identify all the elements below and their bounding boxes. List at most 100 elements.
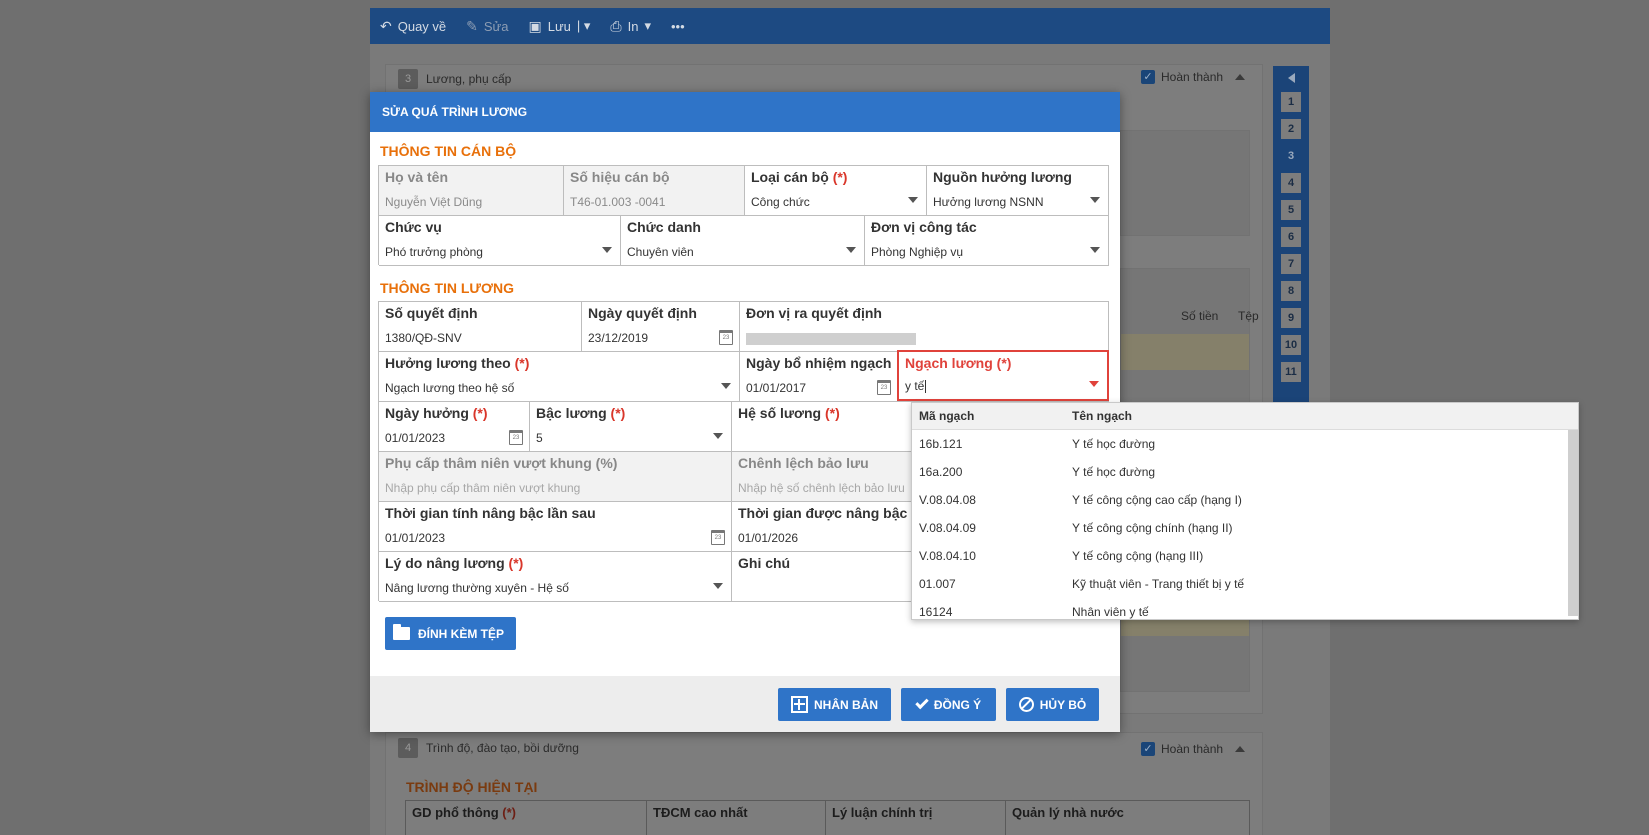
grid-col-label: GD phổ thông	[412, 805, 499, 820]
folder-icon	[393, 624, 410, 640]
clone-button[interactable]: NHÂN BẢN	[778, 688, 891, 721]
field-label: Loại cán bộ (*)	[751, 169, 920, 185]
edit-button[interactable]: ✎ Sửa	[466, 18, 508, 35]
attach-label: ĐÍNH KÈM TỆP	[418, 626, 505, 641]
field-value: T46-01.003 -0041	[570, 195, 666, 209]
dropdown-option[interactable]: 16b.121 Y tế học đường	[912, 430, 1578, 458]
calendar-icon[interactable]: 23	[877, 380, 891, 395]
nav-item-9[interactable]: 9	[1281, 308, 1301, 328]
dropdown-arrow-icon[interactable]	[721, 383, 731, 389]
field-value: Phòng Nghiệp vụ	[871, 245, 964, 259]
section-side-nav: 1 2 3 4 5 6 7 8 9 10 11	[1273, 66, 1309, 406]
field-effective-date[interactable]: Ngày hưởng (*) 01/01/2023 23	[379, 401, 530, 452]
dropdown-option[interactable]: V.08.04.08 Y tế công cộng cao cấp (hạng …	[912, 486, 1578, 514]
chevron-down-icon: ▾	[644, 18, 651, 33]
section-4-header: 4 Trình độ, đào tạo, bồi dưỡng	[398, 738, 579, 758]
required-mark: (*)	[825, 405, 840, 421]
main-toolbar: ↶ Quay về ✎ Sửa ▣ Lưu | ▾ ⎙ In ▾ •••	[370, 8, 1330, 44]
bg-grid-cell: GD phổ thông (*)	[406, 801, 647, 835]
bg-field-block	[1120, 130, 1250, 236]
dropdown-option[interactable]: 16124 Nhân viên y tế	[912, 598, 1578, 619]
back-button[interactable]: ↶ Quay về	[380, 18, 446, 35]
nav-item-6[interactable]: 6	[1281, 227, 1301, 247]
checkbox-icon[interactable]: ✓	[1141, 70, 1155, 84]
dropdown-arrow-icon[interactable]	[846, 247, 856, 253]
calendar-icon[interactable]: 23	[509, 430, 523, 445]
field-staff-type[interactable]: Loại cán bộ (*) Công chức	[745, 165, 927, 216]
label-text: Ngạch lương	[905, 355, 993, 371]
field-grade-appointment-date[interactable]: Ngày bổ nhiệm ngạch 01/01/2017 23	[740, 351, 898, 402]
section-4-done[interactable]: ✓ Hoàn thành	[1141, 742, 1246, 756]
modal-footer: NHÂN BẢN ĐỒNG Ý HỦY BỎ	[370, 676, 1120, 732]
printer-icon: ⎙	[610, 17, 622, 34]
save-button[interactable]: ▣ Lưu | ▾	[529, 18, 591, 35]
field-work-unit[interactable]: Đơn vị công tác Phòng Nghiệp vụ	[865, 215, 1109, 266]
dropdown-arrow-icon[interactable]	[1090, 197, 1100, 203]
field-value: 01/01/2023	[385, 431, 446, 445]
dropdown-option[interactable]: V.08.04.10 Y tế công cộng (hạng III)	[912, 542, 1578, 570]
more-button[interactable]: •••	[671, 19, 685, 34]
dropdown-arrow-icon[interactable]	[602, 247, 612, 253]
field-label: Thời gian tính nâng bậc lần sau	[385, 505, 596, 521]
field-seniority-allowance[interactable]: Phụ cấp thâm niên vượt khung (%) Nhập ph…	[379, 451, 732, 502]
attach-file-button[interactable]: ĐÍNH KÈM TỆP	[385, 617, 517, 650]
option-code: 16124	[919, 605, 953, 619]
field-decision-unit[interactable]: Đơn vị ra quyết định	[740, 301, 1109, 352]
field-value: Phó trưởng phòng	[385, 245, 483, 259]
dropdown-option[interactable]: 16a.200 Y tế học đường	[912, 458, 1578, 486]
field-salary-step[interactable]: Bậc lương (*) 5	[530, 401, 732, 452]
field-label: Chức danh	[627, 219, 701, 235]
salary-info-title: THÔNG TIN LƯƠNG	[380, 280, 514, 296]
field-decision-number[interactable]: Số quyết định 1380/QĐ-SNV	[379, 301, 582, 352]
nav-item-2[interactable]: 2	[1281, 119, 1301, 139]
field-value: 01/01/2023	[385, 531, 446, 545]
cancel-button[interactable]: HỦY BỎ	[1006, 688, 1099, 721]
field-position[interactable]: Chức vụ Phó trưởng phòng	[379, 215, 621, 266]
label-text: Hệ số lương	[738, 405, 822, 421]
section-3-done[interactable]: ✓ Hoàn thành	[1141, 70, 1246, 84]
option-name: Y tế học đường	[1072, 437, 1156, 451]
field-raise-reason[interactable]: Lý do nâng lương (*) Nâng lương thường x…	[379, 551, 732, 602]
dropdown-option[interactable]: 01.007 Kỹ thuật viên - Trang thiết bị y …	[912, 570, 1578, 598]
checkbox-icon[interactable]: ✓	[1141, 742, 1155, 756]
dropdown-arrow-icon[interactable]	[713, 433, 723, 439]
label-text: Lý do nâng lương	[385, 555, 505, 571]
field-salary-source[interactable]: Nguồn hưởng lương Hưởng lương NSNN	[927, 165, 1109, 216]
print-button[interactable]: ⎙ In ▾	[610, 18, 651, 35]
dropdown-arrow-icon[interactable]	[1090, 247, 1100, 253]
nav-item-10[interactable]: 10	[1281, 335, 1301, 355]
edit-label: Sửa	[483, 18, 509, 34]
nav-item-7[interactable]: 7	[1281, 254, 1301, 274]
required-mark: (*)	[472, 405, 488, 421]
dropdown-arrow-icon[interactable]	[1089, 381, 1099, 387]
option-name: Y tế công cộng chính (hạng II)	[1072, 521, 1233, 535]
collapse-icon[interactable]	[1235, 746, 1246, 752]
collapse-icon[interactable]	[1235, 74, 1246, 80]
dropdown-option[interactable]: V.08.04.09 Y tế công cộng chính (hạng II…	[912, 514, 1578, 542]
collapse-left-icon[interactable]	[1287, 73, 1295, 83]
nav-item-4[interactable]: 4	[1281, 173, 1301, 193]
confirm-button[interactable]: ĐỒNG Ý	[901, 688, 996, 721]
field-label: Ngạch lương (*)	[905, 355, 1101, 371]
field-salary-basis[interactable]: Hưởng lương theo (*) Ngạch lương theo hệ…	[379, 351, 740, 402]
field-next-step-time[interactable]: Thời gian tính nâng bậc lần sau 01/01/20…	[379, 501, 732, 552]
calendar-icon[interactable]: 23	[711, 530, 725, 545]
section-title: Lương, phụ cấp	[426, 72, 512, 86]
field-input[interactable]: y tế	[905, 379, 1085, 393]
nav-item-3[interactable]: 3	[1281, 146, 1301, 166]
calendar-icon[interactable]: 23	[719, 330, 733, 345]
field-title[interactable]: Chức danh Chuyên viên	[621, 215, 865, 266]
dropdown-scrollbar[interactable]	[1568, 430, 1578, 616]
dropdown-arrow-icon[interactable]	[713, 583, 723, 589]
field-salary-grade[interactable]: Ngạch lương (*) y tế	[897, 350, 1109, 401]
dropdown-arrow-icon[interactable]	[908, 197, 918, 203]
nav-item-11[interactable]: 11	[1281, 362, 1301, 382]
print-label: In	[627, 18, 639, 34]
nav-item-8[interactable]: 8	[1281, 281, 1301, 301]
required-mark: (*)	[996, 355, 1012, 371]
nav-item-5[interactable]: 5	[1281, 200, 1301, 220]
field-decision-date[interactable]: Ngày quyết định 23/12/2019 23	[582, 301, 740, 352]
section-number: 3	[398, 69, 418, 89]
nav-item-1[interactable]: 1	[1281, 92, 1301, 112]
staff-row-1: Họ và tên Nguyễn Việt Dũng Số hiệu cán b…	[378, 165, 1109, 216]
